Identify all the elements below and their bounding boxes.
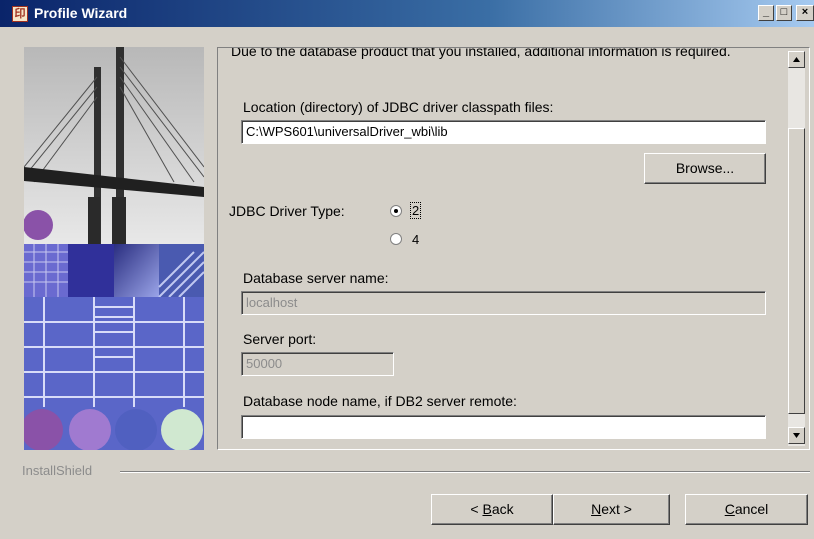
scroll-up-button[interactable] [788, 51, 805, 68]
installshield-brand: InstallShield [22, 463, 93, 478]
minimize-button[interactable]: _ [758, 5, 774, 21]
server-port-label: Server port: [243, 331, 317, 347]
window-title: Profile Wizard [34, 5, 128, 21]
next-mnemonic: N [591, 501, 602, 517]
wizard-side-image [24, 47, 204, 450]
driver-type-radio-2[interactable] [390, 205, 402, 217]
arrow-up-icon [793, 57, 800, 62]
footer-separator [120, 471, 810, 473]
node-name-label: Database node name, if DB2 server remote… [243, 393, 517, 409]
cancel-mnemonic: C [724, 501, 735, 517]
scroll-down-button[interactable] [788, 427, 805, 444]
cancel-button[interactable]: Cancel [685, 494, 808, 525]
back-prefix: < [470, 501, 483, 517]
server-name-label: Database server name: [243, 270, 389, 286]
back-rest: ack [491, 501, 514, 517]
wizard-content-panel: Due to the database product that you ins… [217, 47, 810, 450]
arrow-down-icon [793, 433, 800, 438]
scroll-thumb[interactable] [788, 128, 805, 414]
driver-type-option-4: 4 [412, 232, 420, 247]
classpath-input[interactable]: C:\WPS601\universalDriver_wbi\lib [241, 120, 766, 144]
driver-type-radio-4[interactable] [390, 233, 402, 245]
browse-button[interactable]: Browse... [644, 153, 766, 184]
driver-type-option-2: 2 [409, 202, 422, 219]
next-button[interactable]: Next > [553, 494, 670, 525]
classpath-label: Location (directory) of JDBC driver clas… [243, 99, 554, 115]
server-name-input[interactable]: localhost [241, 291, 766, 315]
driver-type-label: JDBC Driver Type: [229, 203, 345, 219]
intro-text: Due to the database product that you ins… [231, 47, 731, 59]
maximize-button[interactable]: □ [776, 5, 792, 21]
close-button[interactable]: × [796, 5, 814, 21]
back-mnemonic: B [482, 501, 492, 517]
node-name-input[interactable] [241, 415, 766, 439]
app-icon: 印 [12, 6, 28, 22]
back-button[interactable]: < Back [431, 494, 553, 525]
vertical-scrollbar[interactable] [787, 51, 805, 446]
server-port-input[interactable]: 50000 [241, 352, 394, 376]
cancel-rest: ancel [734, 501, 769, 517]
title-bar: 印 Profile Wizard _ □ × [0, 0, 814, 27]
next-rest: ext > [601, 501, 632, 517]
